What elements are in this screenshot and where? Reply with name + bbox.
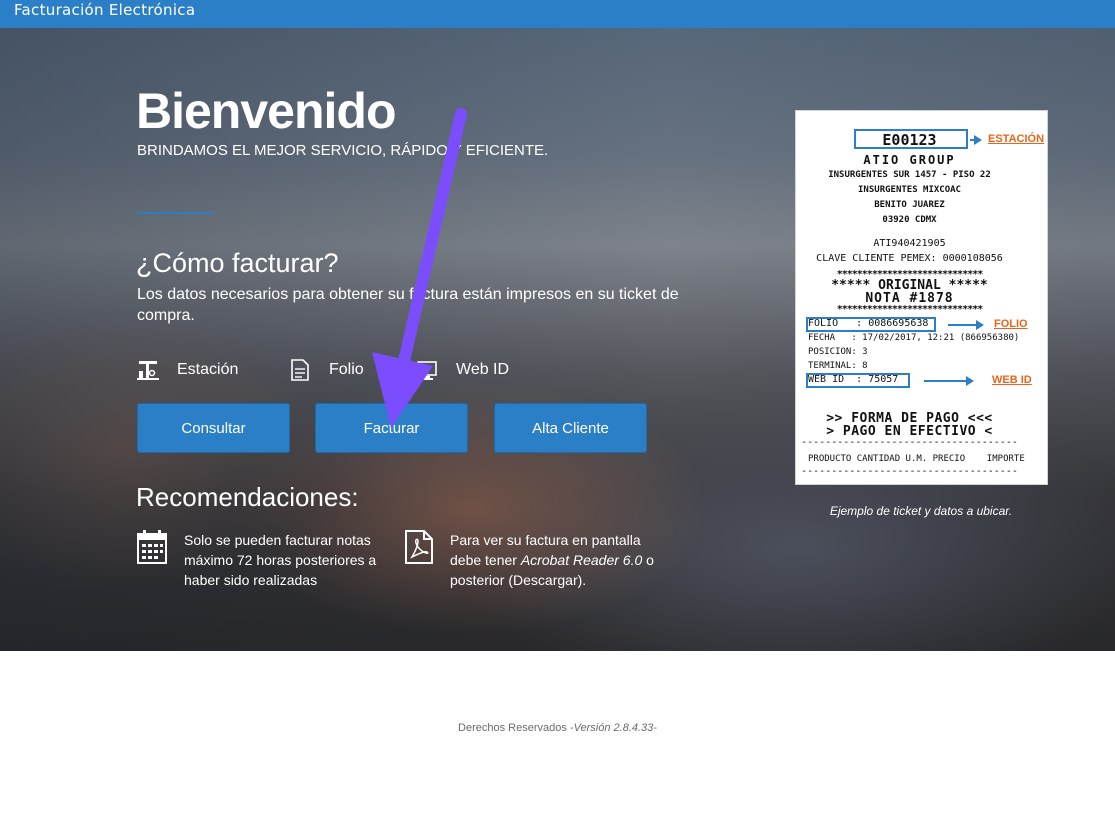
calendar-icon: [137, 530, 169, 564]
divider: [137, 212, 213, 214]
gas-station-icon: [137, 359, 159, 381]
alta-cliente-button[interactable]: Alta Cliente: [494, 403, 647, 453]
pdf-icon: [404, 530, 436, 564]
consultar-button[interactable]: Consultar: [137, 403, 290, 453]
legend-folio: Folio: [289, 358, 364, 382]
ticket-webid: WEB ID : 75057: [808, 374, 899, 385]
hero-section: Bienvenido BRINDAMOS EL MEJOR SERVICIO, …: [0, 28, 1115, 651]
legend-station: Estación: [137, 358, 238, 382]
legend-webid: Web ID: [416, 358, 509, 382]
how-to-description: Los datos necesarios para obtener su fac…: [137, 286, 679, 324]
recommendation-line: Para ver su factura en pantalla: [450, 532, 641, 548]
facturar-button[interactable]: Facturar: [315, 403, 468, 453]
ticket-webid-label: WEB ID: [992, 374, 1032, 386]
recommendations-title: Recomendaciones:: [136, 482, 359, 512]
footer: Derechos Reservados -Versión 2.8.4.33-: [0, 722, 1115, 734]
page-title: Bienvenido: [136, 83, 396, 139]
document-icon: [289, 359, 311, 381]
recommendation-line: haber sido realizadas: [184, 572, 318, 588]
legend-folio-label: Folio: [329, 361, 364, 378]
page-subtitle: BRINDAMOS EL MEJOR SERVICIO, RÁPIDO Y EF…: [137, 142, 549, 159]
ticket-station-label: ESTACIÓN: [988, 133, 1045, 145]
ticket-caption: Ejemplo de ticket y datos a ubicar.: [829, 504, 1013, 518]
recommendation-line: Solo se pueden facturar notas: [184, 532, 371, 548]
legend-station-label: Estación: [177, 361, 239, 378]
download-link[interactable]: posterior (Descargar).: [450, 570, 690, 590]
ticket-example: E00123 ESTACIÓN ATIO GROUP INSURGENTES S…: [795, 110, 1048, 485]
brand-title: Facturación Electrónica: [14, 1, 196, 19]
recommendation-line: máximo 72 horas posteriores a: [184, 552, 377, 568]
monitor-icon: [416, 359, 438, 381]
ticket-folio: FOLIO : 0086695638: [808, 318, 929, 329]
ticket-folio-label: FOLIO: [994, 318, 1028, 330]
acrobat-reader-text: Acrobat Reader 6.0: [520, 552, 643, 568]
how-to-title: ¿Cómo facturar?: [136, 248, 339, 278]
version-text: -Versión 2.8.4.33-: [569, 722, 657, 734]
footer-text: Derechos Reservados: [458, 722, 570, 734]
legend-webid-label: Web ID: [456, 361, 510, 378]
top-bar: Facturación Electrónica: [0, 0, 1115, 28]
